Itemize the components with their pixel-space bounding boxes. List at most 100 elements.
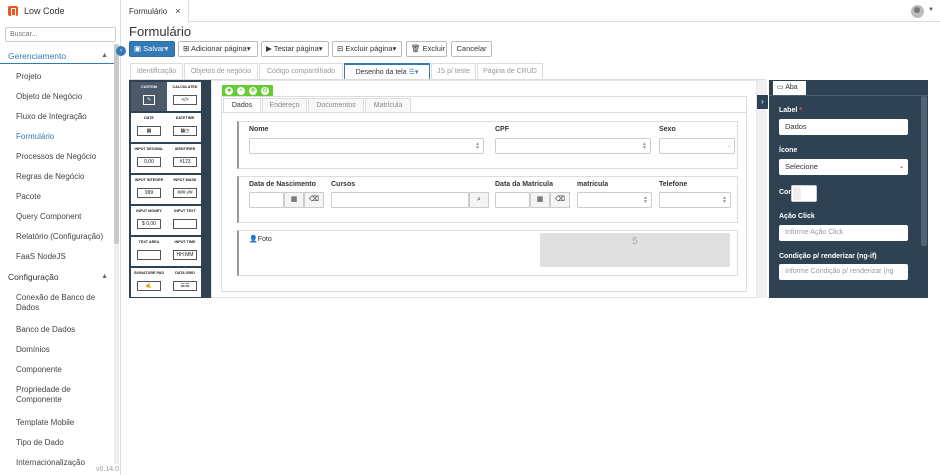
palette-label: DATETIME	[175, 116, 195, 120]
sidebar-item-banco-dados[interactable]: Banco de Dados	[16, 325, 112, 335]
tab-codigo-compartilhado[interactable]: Código compartilhado	[259, 63, 343, 79]
tab-identificacao[interactable]: Identificação	[130, 63, 183, 79]
palette-identifier[interactable]: IDENTIFIER #123	[167, 144, 203, 173]
sidebar-item-pacote[interactable]: Pacote	[16, 192, 112, 202]
caret-down-icon[interactable]: ▼	[928, 7, 934, 13]
money-icon: $ 0,00	[137, 219, 161, 229]
palette-scrollbar[interactable]	[201, 80, 211, 298]
move-icon[interactable]: ✥	[249, 87, 257, 95]
search-icon[interactable]: ⌕	[469, 192, 489, 208]
delete-button[interactable]: 🗑 Excluir	[406, 41, 447, 57]
sexo-select[interactable]: ⌄	[659, 138, 735, 154]
nome-input[interactable]: ▲ ▼	[249, 138, 484, 154]
palette-calculated[interactable]: CALCULATED </>	[167, 82, 203, 111]
palette-custom[interactable]: CUSTOM ✎	[131, 82, 167, 111]
tab-js-teste[interactable]: JS p/ teste	[431, 63, 476, 79]
data-nascimento-input[interactable]	[249, 192, 284, 208]
icon-select-value: Selecione	[785, 162, 818, 171]
canvas-scrollbar[interactable]	[757, 80, 767, 298]
tab-formulario[interactable]: Formulário ×	[121, 0, 189, 22]
eraser-icon[interactable]: ⌫	[550, 192, 570, 208]
color-picker[interactable]	[791, 185, 817, 202]
matricula-input[interactable]: ▲ ▼	[577, 192, 652, 208]
save-button[interactable]: ▣ Salvar▾	[129, 41, 175, 57]
tab-desenho-tela[interactable]: Desenho da tela ☰▾	[344, 63, 430, 79]
gear-icon[interactable]: ⚙	[261, 87, 269, 95]
chevron-up-icon: ▲	[101, 273, 108, 280]
label-telefone: Telefone	[659, 181, 688, 188]
data-matricula-input[interactable]	[495, 192, 530, 208]
palette-signature-pad[interactable]: SIGNATURE PAD ✍	[131, 268, 167, 297]
form-tab-documentos[interactable]: Documentos	[308, 98, 364, 112]
spinner-icon[interactable]: ▲ ▼	[722, 196, 727, 205]
cursos-input[interactable]	[331, 192, 469, 208]
spinner-icon[interactable]: ▲ ▼	[475, 142, 480, 151]
form-tab-endereco[interactable]: Endereço	[262, 98, 307, 112]
square-icon[interactable]: ■	[225, 87, 233, 95]
calendar-icon[interactable]: ▦	[530, 192, 550, 208]
sidebar-item-objeto-negocio[interactable]: Objeto de Negócio	[16, 92, 112, 102]
add-page-button[interactable]: ⊞ Adicionar página▾	[178, 41, 258, 57]
sidebar-item-processos-negocio[interactable]: Processos de Negócio	[16, 152, 112, 162]
app-logo-icon	[8, 6, 18, 16]
calendar-clock-icon: ▦◷	[173, 126, 197, 136]
palette-input-mask[interactable]: INPUT MASK ###.##	[167, 175, 203, 204]
photo-placeholder[interactable]: 5	[540, 233, 730, 267]
sidebar-item-formulario[interactable]: Formulário	[16, 132, 112, 142]
test-page-button[interactable]: ▶ Testar página▾	[261, 41, 329, 57]
delete-page-button[interactable]: ⊟ Excluir página▾	[332, 41, 402, 57]
tab-objetos-negocio[interactable]: Objetos de negócio	[184, 63, 258, 79]
palette-input-text[interactable]: INPUT TEXT	[167, 206, 203, 235]
tab-aba[interactable]: ▭ Aba	[773, 81, 806, 95]
cancel-button[interactable]: Cancelar	[451, 41, 492, 57]
collapse-sidebar-icon[interactable]: ‹	[116, 46, 126, 56]
textarea-icon	[137, 250, 161, 260]
spinner-icon[interactable]: ▲ ▼	[642, 142, 647, 151]
palette-date[interactable]: DATE ▦	[131, 113, 167, 142]
sidebar-item-relatorio[interactable]: Relatório (Configuração)	[16, 232, 112, 242]
palette-input-integer[interactable]: INPUT INTEGER 999	[131, 175, 167, 204]
form-tab-matricula[interactable]: Matrícula	[365, 98, 411, 112]
palette-input-decimal[interactable]: INPUT DECIMAL 0,00	[131, 144, 167, 173]
form-tab-dados[interactable]: Dados	[223, 98, 261, 112]
sidebar-item-faas-nodejs[interactable]: FaaS NodeJS	[16, 252, 112, 262]
props-scroll-thumb[interactable]	[921, 96, 927, 246]
telefone-input[interactable]: ▲ ▼	[659, 192, 731, 208]
tab-pagina-crud[interactable]: Página de CRUD	[477, 63, 543, 79]
sidebar-item-regras-negocio[interactable]: Regras de Negócio	[16, 172, 112, 182]
sidebar-item-conexao-banco[interactable]: Conexão de Banco de Dados	[16, 293, 112, 313]
cpf-input[interactable]: ▲ ▼	[495, 138, 651, 154]
spinner-icon[interactable]: ▲ ▼	[643, 196, 648, 205]
sidebar-item-template-mobile[interactable]: Template Mobile	[16, 418, 112, 428]
label-acao-click: Ação Click	[779, 213, 815, 220]
sidebar-item-query-component[interactable]: Query Component	[16, 212, 112, 222]
calendar-icon[interactable]: ▦	[284, 192, 304, 208]
section-configuracao[interactable]: Configuração ▲	[0, 269, 116, 285]
palette-input-time[interactable]: INPUT TIME HH:MM	[167, 237, 203, 266]
icon-select[interactable]: Selecione ⌄	[779, 159, 908, 175]
sidebar-item-dominios[interactable]: Domínios	[16, 345, 112, 355]
sidebar-item-componente[interactable]: Componente	[16, 365, 112, 375]
close-icon[interactable]: ×	[175, 6, 180, 16]
chevron-right-icon[interactable]: ›	[757, 95, 768, 109]
eraser-icon[interactable]: ⌫	[304, 192, 324, 208]
plus-circle-icon[interactable]: +	[237, 87, 245, 95]
signature-icon: ✍	[137, 281, 161, 291]
palette-datetime[interactable]: DATETIME ▦◷	[167, 113, 203, 142]
sidebar-item-fluxo-integracao[interactable]: Fluxo de Integração	[16, 112, 112, 122]
sidebar-item-tipo-dado[interactable]: Tipo de Dado	[16, 438, 112, 448]
condicao-input[interactable]: Informe Condição p/ renderizar (ng	[779, 264, 908, 280]
avatar[interactable]	[911, 5, 924, 18]
palette-text-area[interactable]: TEXT AREA	[131, 237, 167, 266]
sidebar-search-input[interactable]	[5, 27, 116, 42]
section-gerenciamento[interactable]: Gerenciamento ▲	[0, 48, 116, 64]
palette-data-grid[interactable]: DATA GRID ☰☰	[167, 268, 203, 297]
code-icon: </>	[173, 95, 197, 105]
sidebar-item-projeto[interactable]: Projeto	[16, 72, 112, 82]
list-icon: ☰▾	[408, 69, 419, 76]
label-input[interactable]: Dados	[779, 119, 908, 135]
sidebar-scroll-thumb[interactable]	[114, 44, 119, 244]
sidebar-item-propriedade-componente[interactable]: Propriedade de Componente	[16, 385, 112, 405]
acao-click-input[interactable]: Informe Ação Click	[779, 225, 908, 241]
palette-input-money[interactable]: INPUT MONEY $ 0,00	[131, 206, 167, 235]
